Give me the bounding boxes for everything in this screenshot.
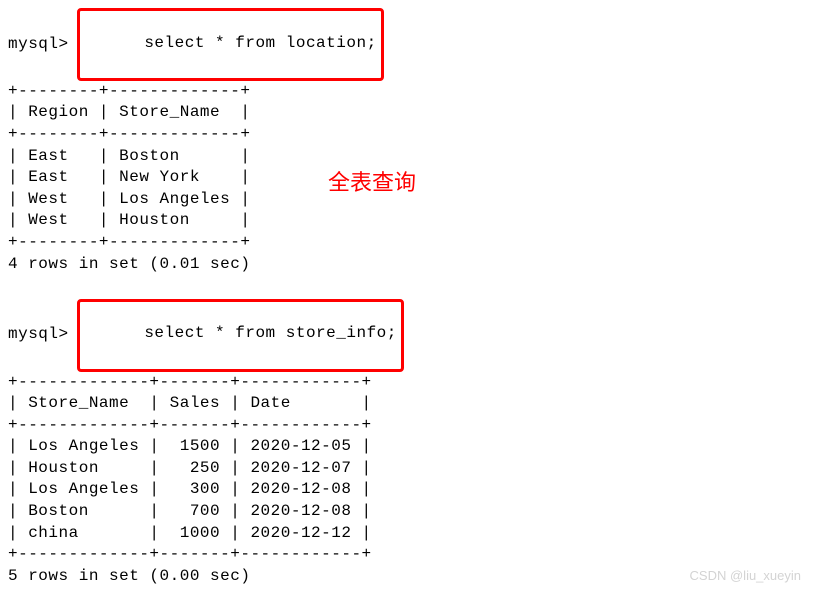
query2-prompt-row: mysql> select * from store_info; [8, 299, 805, 372]
query1-prompt-row: mysql> select * from location; [8, 8, 805, 81]
query2-block: mysql> select * from store_info; +------… [8, 299, 805, 588]
query2-sql-highlight: select * from store_info; [77, 299, 404, 372]
query1-block: mysql> select * from location; +--------… [8, 8, 805, 275]
mysql-prompt: mysql> [8, 324, 79, 346]
table-row: | china | 1000 | 2020-12-12 | [8, 523, 805, 545]
query2-header: | Store_Name | Sales | Date | [8, 393, 805, 415]
table-row: | East | Boston | [8, 146, 805, 168]
query2-border-top: +-------------+-------+------------+ [8, 372, 805, 394]
query2-border-bot: +-------------+-------+------------+ [8, 544, 805, 566]
table-row: | Los Angeles | 1500 | 2020-12-05 | [8, 436, 805, 458]
query2-footer: 5 rows in set (0.00 sec) [8, 566, 805, 588]
table-row: | Houston | 250 | 2020-12-07 | [8, 458, 805, 480]
query1-sql: select * from location; [144, 34, 376, 52]
watermark: CSDN @liu_xueyin [690, 567, 801, 585]
query2-sql: select * from store_info; [144, 324, 397, 342]
mysql-prompt: mysql> [8, 34, 79, 56]
query1-border-bot: +--------+-------------+ [8, 232, 805, 254]
query2-border-mid: +-------------+-------+------------+ [8, 415, 805, 437]
query1-sql-highlight: select * from location; [77, 8, 384, 81]
query1-header: | Region | Store_Name | [8, 102, 805, 124]
table-row: | Boston | 700 | 2020-12-08 | [8, 501, 805, 523]
table-row: | Los Angeles | 300 | 2020-12-08 | [8, 479, 805, 501]
query1-border-mid: +--------+-------------+ [8, 124, 805, 146]
query1-footer: 4 rows in set (0.01 sec) [8, 254, 805, 276]
table-row: | West | Houston | [8, 210, 805, 232]
query1-border-top: +--------+-------------+ [8, 81, 805, 103]
annotation-full-table-query: 全表查询 [328, 168, 416, 198]
